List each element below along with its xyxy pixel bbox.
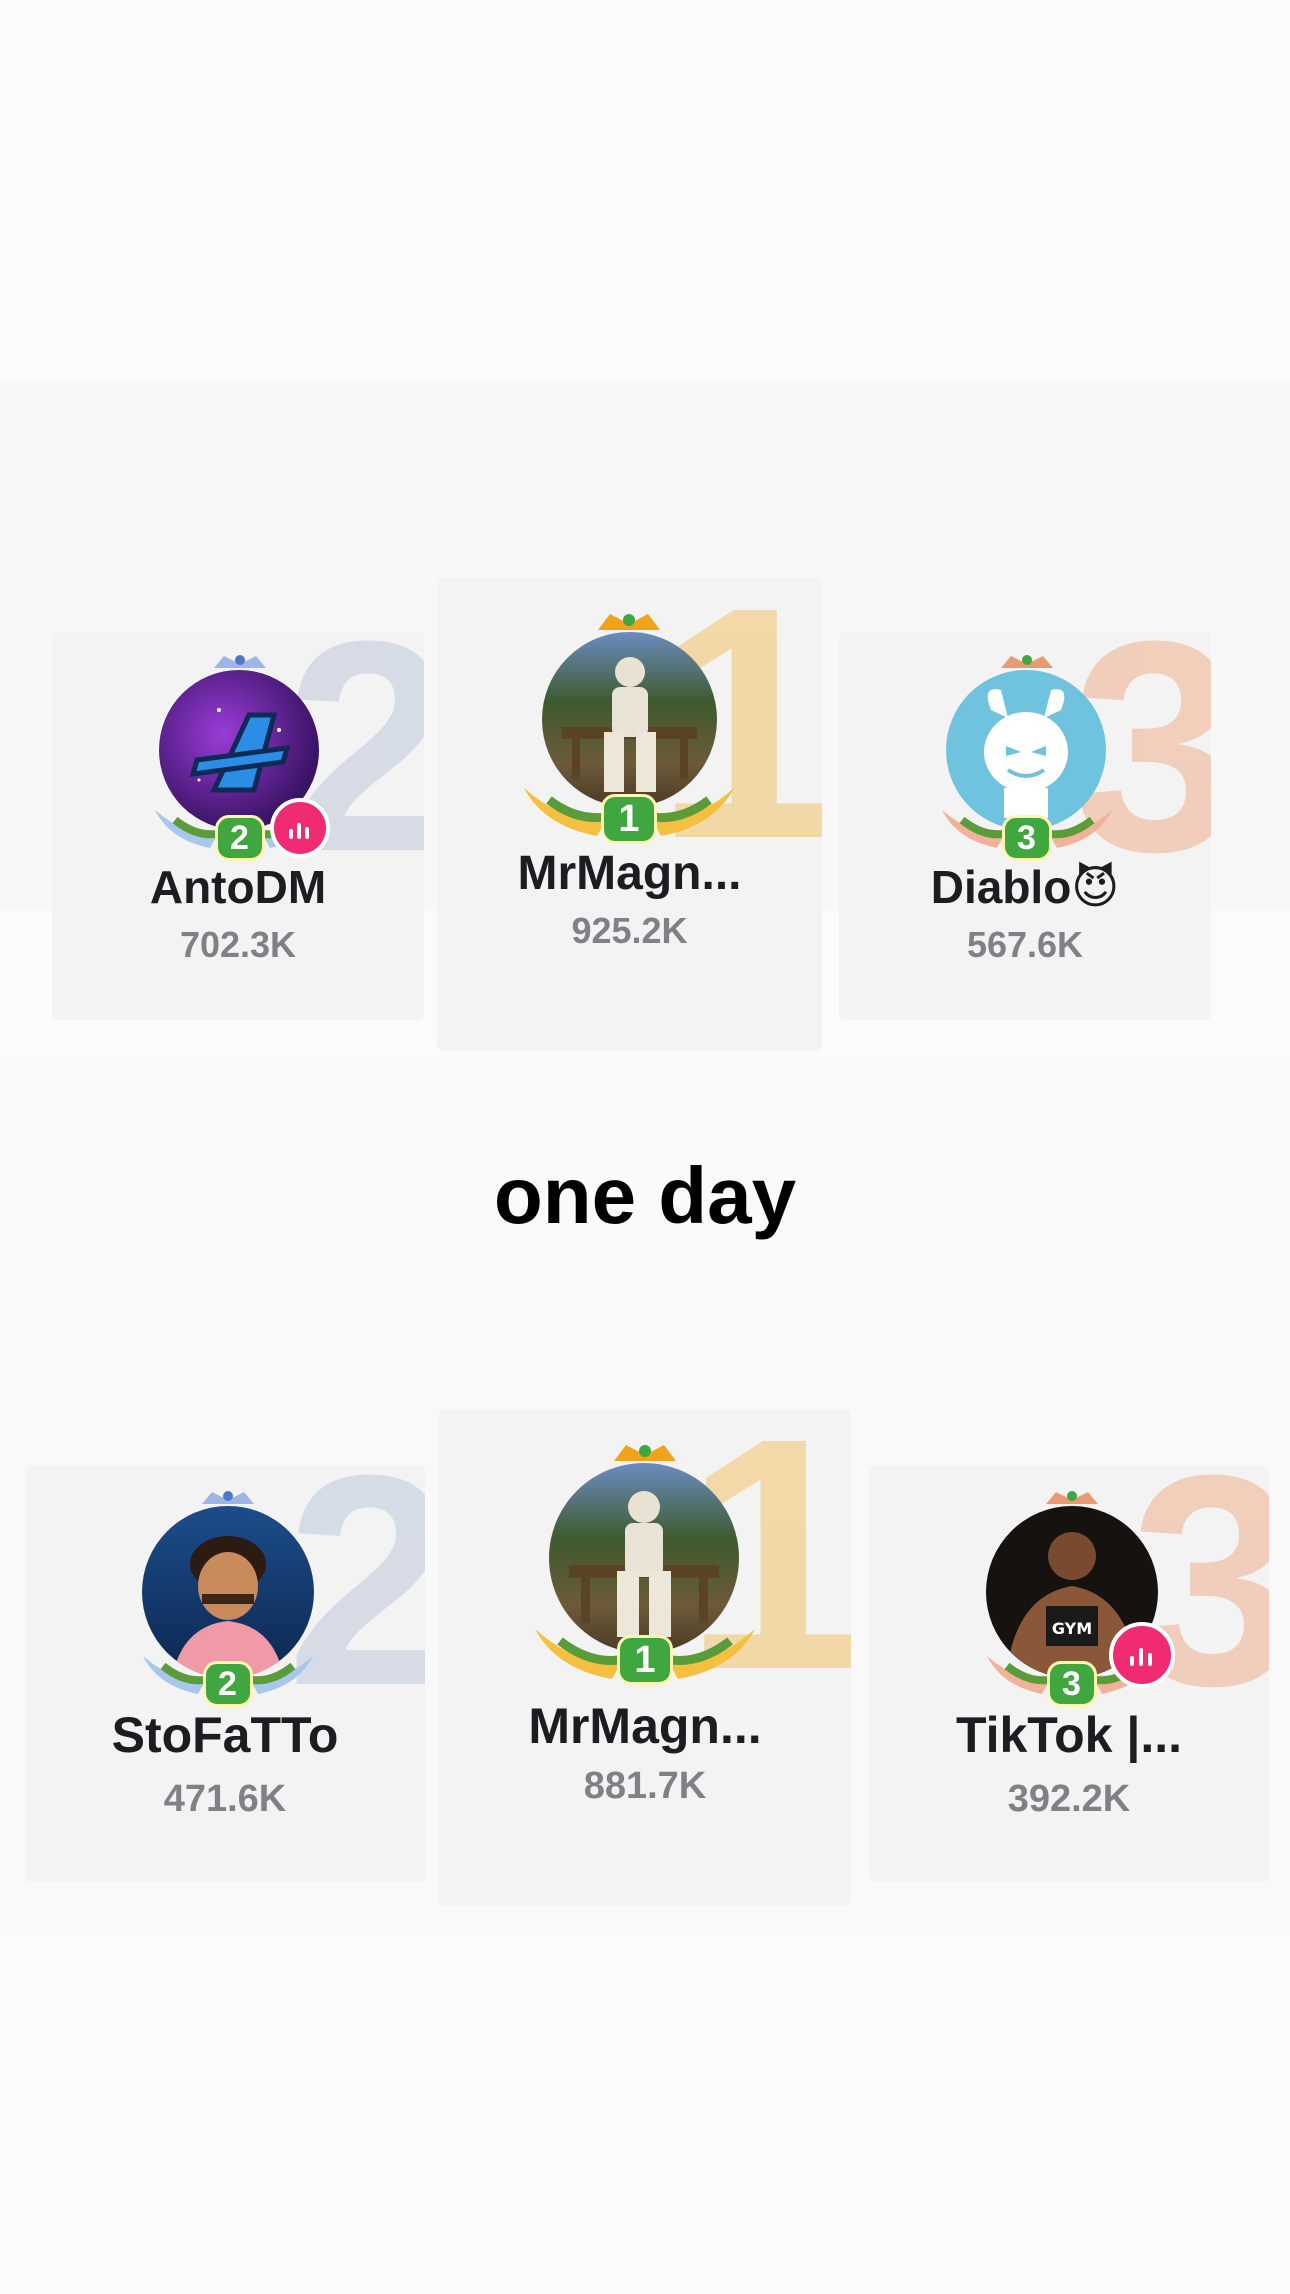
user-score: 881.7K	[583, 1765, 707, 1807]
avatar-frame: 1	[524, 608, 734, 848]
crown-icon	[201, 1491, 254, 1504]
crown-icon	[1000, 655, 1053, 668]
live-indicator-icon[interactable]	[270, 798, 330, 858]
rank-badge: 2	[202, 1661, 253, 1707]
avatar-frame: 2	[152, 650, 330, 861]
user-score: 702.3K	[179, 924, 297, 965]
crown-icon	[598, 614, 660, 630]
crown-icon	[1045, 1491, 1098, 1504]
leaderboard-card-second[interactable]: 2 2 StoFaTTo 471.6K	[25, 1466, 425, 1882]
rank-badge: 1	[617, 1635, 673, 1685]
caption-text: one day	[493, 1151, 797, 1240]
crown-icon	[213, 655, 266, 668]
user-score: 471.6K	[163, 1778, 287, 1820]
user-name: MrMagn...	[528, 1698, 762, 1754]
rank-badge: 3	[1001, 815, 1052, 861]
live-indicator-icon[interactable]	[1109, 1622, 1175, 1688]
user-score: 567.6K	[966, 924, 1084, 965]
leaderboard-card-second[interactable]: 2 2 AntoDM 702.3K	[52, 632, 424, 1020]
user-name: TikTok |...	[955, 1707, 1183, 1763]
leaderboard-card-third[interactable]: 3 3 Diablo😈 567.6K	[839, 632, 1211, 1020]
avatar-frame: 3	[939, 650, 1114, 861]
leaderboard-card-first[interactable]: 1 1 MrMagn... 881.7K	[439, 1409, 851, 1906]
svg-text:GYM: GYM	[1052, 1619, 1092, 1638]
rank-badge: 2	[214, 815, 265, 861]
leaderboard-card-third[interactable]: 3 GYM 3 TikTok |... 392.2K	[869, 1466, 1269, 1882]
rank-badge: 3	[1046, 1661, 1097, 1707]
user-score: 925.2K	[571, 910, 688, 951]
user-name: AntoDM	[149, 861, 327, 913]
user-name: Diablo😈	[930, 861, 1120, 913]
avatar-frame: 2	[135, 1486, 320, 1707]
crown-icon	[614, 1445, 676, 1461]
rank-badge: 1	[601, 794, 657, 844]
avatar-frame: GYM 3	[979, 1486, 1175, 1707]
user-score: 392.2K	[1007, 1778, 1131, 1820]
leaderboard-card-first[interactable]: 1 1 MrMagn... 925.2K	[437, 578, 822, 1051]
avatar-frame: 1	[535, 1439, 755, 1689]
user-name: MrMagn...	[517, 847, 742, 900]
user-name: StoFaTTo	[111, 1707, 339, 1763]
